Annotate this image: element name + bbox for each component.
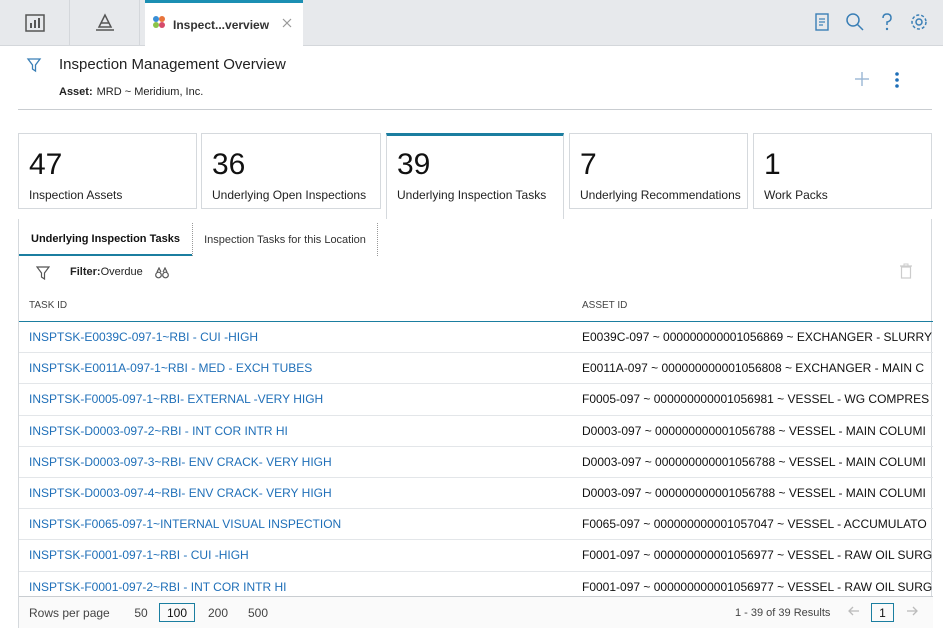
asset-id-cell: F0005-097 ~ 000000000001056981 ~ VESSEL …	[582, 392, 930, 407]
clipboard-icon[interactable]	[813, 12, 831, 37]
settings-icon[interactable]	[909, 12, 929, 37]
asset-id-cell: E0039C-097 ~ 000000000001056869 ~ EXCHAN…	[582, 330, 933, 344]
results-count: 1 - 39 of 39 Results	[735, 607, 831, 619]
column-header-task-id[interactable]: TASK ID	[29, 300, 67, 311]
tasks-panel: Underlying Inspection Tasks Inspection T…	[18, 219, 933, 628]
delete-icon[interactable]	[899, 263, 913, 284]
help-icon[interactable]	[879, 12, 895, 37]
toolbar-right	[813, 12, 929, 37]
asset-hierarchy-button[interactable]	[70, 0, 140, 46]
table-header: TASK ID ASSET ID	[19, 291, 933, 322]
card-open-inspections[interactable]: 36 Underlying Open Inspections	[201, 133, 381, 209]
task-link[interactable]: INSPTSK-D0003-097-2~RBI - INT COR INTR H…	[29, 424, 288, 438]
task-link[interactable]: INSPTSK-F0001-097-1~RBI - CUI -HIGH	[29, 548, 249, 562]
table-row: INSPTSK-F0005-097-1~RBI- EXTERNAL -VERY …	[19, 384, 933, 416]
close-icon[interactable]	[281, 16, 293, 34]
task-link[interactable]: INSPTSK-F0001-097-2~RBI - INT COR INTR H…	[29, 580, 287, 594]
table-row: INSPTSK-F0065-097-1~INTERNAL VISUAL INSP…	[19, 509, 933, 541]
rows-option-50[interactable]: 50	[129, 603, 153, 622]
card-value: 47	[29, 148, 63, 181]
tab-label: Inspect...verview	[173, 17, 270, 32]
filter-row: Filter:Overdue	[19, 263, 933, 285]
table-row: INSPTSK-D0003-097-3~RBI- ENV CRACK- VERY…	[19, 447, 933, 478]
task-link[interactable]: INSPTSK-D0003-097-3~RBI- ENV CRACK- VERY…	[29, 455, 332, 469]
asset-id-cell: D0003-097 ~ 000000000001056788 ~ VESSEL …	[582, 485, 926, 500]
page-title: Inspection Management Overview	[59, 56, 286, 73]
arrow-left-icon[interactable]	[847, 604, 861, 623]
add-icon[interactable]	[853, 70, 871, 93]
asset-id-cell: F0065-097 ~ 000000000001057047 ~ VESSEL …	[582, 517, 927, 532]
table-row: INSPTSK-D0003-097-2~RBI - INT COR INTR H…	[19, 416, 933, 447]
table-row: INSPTSK-E0039C-097-1~RBI - CUI -HIGH E003…	[19, 322, 933, 354]
module-icon	[151, 14, 167, 35]
card-inspection-tasks[interactable]: 39 Underlying Inspection Tasks	[386, 133, 564, 219]
tab-underlying-tasks[interactable]: Underlying Inspection Tasks	[19, 223, 192, 256]
asset-hierarchy-icon	[94, 13, 116, 33]
table-body: INSPTSK-E0039C-097-1~RBI - CUI -HIGH E003…	[19, 322, 933, 596]
asset-id-cell: D0003-097 ~ 000000000001056788 ~ VESSEL …	[582, 423, 926, 438]
filter-value: Overdue	[100, 266, 143, 278]
task-link[interactable]: INSPTSK-E0011A-097-1~RBI - MED - EXCH TU…	[29, 361, 312, 375]
asset-id-cell: F0001-097 ~ 000000000001056977 ~ VESSEL …	[582, 548, 933, 563]
task-link[interactable]: INSPTSK-F0005-097-1~RBI- EXTERNAL -VERY …	[29, 392, 323, 406]
asset-line: Asset: MRD ~ Meridium, Inc.	[59, 86, 203, 98]
table-row: INSPTSK-F0001-097-1~RBI - CUI -HIGH F0001…	[19, 540, 933, 572]
top-tab-bar: Inspect...verview	[0, 0, 943, 46]
dashboard-icon	[24, 14, 45, 32]
asset-value: MRD ~ Meridium, Inc.	[96, 86, 204, 98]
task-link[interactable]: INSPTSK-F0065-097-1~INTERNAL VISUAL INSP…	[29, 517, 341, 531]
rows-option-500[interactable]: 500	[243, 603, 273, 622]
card-label: Underlying Inspection Tasks	[397, 188, 547, 202]
filter-icon[interactable]	[26, 57, 42, 78]
card-inspection-assets[interactable]: 47 Inspection Assets	[18, 133, 197, 209]
card-label: Underlying Open Inspections	[212, 188, 367, 202]
asset-id-cell: D0003-097 ~ 000000000001056788 ~ VESSEL …	[582, 454, 926, 469]
search-icon[interactable]	[845, 12, 865, 37]
card-label: Inspection Assets	[29, 188, 123, 202]
card-label: Underlying Recommendations	[580, 188, 741, 202]
task-link[interactable]: INSPTSK-E0039C-097-1~RBI - CUI -HIGH	[29, 330, 258, 344]
card-value: 36	[212, 148, 246, 181]
dashboard-button[interactable]	[0, 0, 70, 46]
card-label: Work Packs	[764, 188, 828, 202]
table-row: INSPTSK-D0003-097-4~RBI- ENV CRACK- VERY…	[19, 478, 933, 510]
asset-id-cell: E0011A-097 ~ 000000000001056808 ~ EXCHAN…	[582, 361, 924, 376]
table-row: INSPTSK-F0001-097-2~RBI - INT COR INTR H…	[19, 572, 933, 597]
table-row: INSPTSK-E0011A-097-1~RBI - MED - EXCH TU…	[19, 353, 933, 385]
more-options-icon[interactable]	[893, 71, 901, 94]
card-value: 1	[764, 148, 781, 181]
subtabs: Underlying Inspection Tasks Inspection T…	[19, 219, 933, 257]
rows-option-100[interactable]: 100	[159, 603, 195, 622]
column-header-asset-id[interactable]: ASSET ID	[582, 300, 627, 311]
rows-option-200[interactable]: 200	[203, 603, 233, 622]
arrow-right-icon[interactable]	[905, 604, 919, 623]
tab-inspection-overview[interactable]: Inspect...verview	[145, 0, 303, 46]
card-work-packs[interactable]: 1 Work Packs	[753, 133, 932, 209]
card-value: 7	[580, 148, 597, 181]
header-divider	[18, 109, 932, 110]
asset-id-cell: F0001-097 ~ 000000000001056977 ~ VESSEL …	[582, 579, 933, 594]
filter-text: Filter:Overdue	[70, 266, 143, 278]
tab-location-tasks[interactable]: Inspection Tasks for this Location	[192, 223, 378, 256]
card-value: 39	[397, 148, 431, 181]
binoculars-icon[interactable]	[155, 266, 169, 284]
task-link[interactable]: INSPTSK-D0003-097-4~RBI- ENV CRACK- VERY…	[29, 486, 332, 500]
pagination-footer: Rows per page 50 100 200 500 1 - 39 of 3…	[19, 596, 933, 628]
table-filter-icon[interactable]	[35, 266, 51, 285]
card-recommendations[interactable]: 7 Underlying Recommendations	[569, 133, 748, 209]
page-number[interactable]: 1	[871, 603, 894, 622]
rows-per-page-label: Rows per page	[29, 606, 110, 620]
filter-label: Filter:	[70, 266, 101, 278]
asset-label: Asset:	[59, 86, 93, 98]
